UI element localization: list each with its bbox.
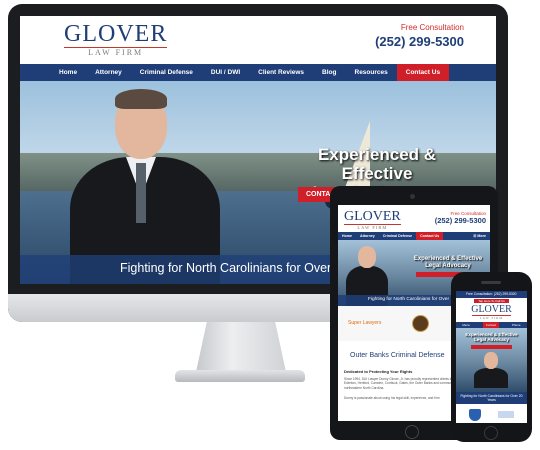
- monitor-stand: [196, 322, 286, 372]
- tablet-logo-subtitle: LAW FIRM: [357, 225, 388, 230]
- tablet-hero-headline-line-2: Legal Advocacy: [425, 263, 471, 269]
- award-seal-icon: [412, 315, 429, 332]
- phone-logo[interactable]: GLOVER LAW FIRM: [456, 304, 527, 321]
- nav-contact-us[interactable]: Contact Us: [396, 64, 450, 81]
- phone-tap-to-call[interactable]: Tap Here To Call Us: [474, 299, 509, 303]
- phone-number[interactable]: (252) 299-5300: [375, 34, 464, 49]
- hero-band-text: Fighting for North Carolinians for Over: [120, 261, 332, 275]
- tablet-hero-band-text: Fighting for North Carolinians for Over: [368, 297, 450, 302]
- phone-hero-band: Fighting for North Carolinians for Over …: [456, 392, 527, 404]
- phone-attorney-suit: [474, 368, 508, 388]
- super-lawyers-badge: Super Lawyers: [348, 320, 382, 326]
- phone-tap-to-call-label: Tap Here To Call Us: [478, 299, 505, 303]
- tablet-nav-contact-us[interactable]: Contact Us: [416, 232, 444, 240]
- phone-top-bar-text: Free Consultation: (252) 299-5300: [466, 292, 517, 296]
- main-nav: Home Attorney Criminal Defense DUI / DWI…: [20, 64, 496, 81]
- free-consultation-label: Free Consultation: [400, 23, 464, 32]
- tablet-hero-headline: Experienced & Effective Legal Advocacy: [408, 256, 488, 270]
- site-logo[interactable]: GLOVER LAW FIRM: [64, 21, 168, 57]
- phone-hero-headline: Experienced & Effective Legal Advocacy: [458, 332, 525, 343]
- phone-screen: Free Consultation: (252) 299-5300 Tap He…: [456, 291, 527, 423]
- nav-blog[interactable]: Blog: [313, 64, 345, 81]
- tablet-menu-button[interactable]: ☰ More: [469, 232, 490, 240]
- tablet-nav-attorney[interactable]: Attorney: [356, 232, 379, 240]
- nav-criminal-defense[interactable]: Criminal Defense: [131, 64, 202, 81]
- monitor-base: [175, 370, 305, 382]
- hero-headline-line-1: Experienced & Effective: [317, 145, 437, 183]
- phone-home-button: [484, 426, 498, 440]
- phone-logo-subtitle: LAW FIRM: [479, 316, 504, 320]
- shield-badge-icon: [469, 409, 481, 421]
- phone-top-bar: Free Consultation: (252) 299-5300: [456, 291, 527, 298]
- logo-name: GLOVER: [64, 21, 168, 47]
- tablet-logo[interactable]: GLOVER LAW FIRM: [344, 210, 401, 230]
- tablet-hero-headline-line-1: Experienced & Effective: [413, 256, 483, 262]
- nav-client-reviews[interactable]: Client Reviews: [249, 64, 313, 81]
- tablet-nav: Home Attorney Criminal Defense Contact U…: [338, 232, 490, 240]
- nav-home[interactable]: Home: [50, 64, 86, 81]
- tablet-nav-criminal-defense[interactable]: Criminal Defense: [379, 232, 416, 240]
- nav-resources[interactable]: Resources: [346, 64, 397, 81]
- header-phone[interactable]: Free Consultation (252) 299-5300: [375, 23, 464, 49]
- tablet-header-phone[interactable]: Free Consultation (252) 299-5300: [435, 211, 486, 225]
- tablet-phone-number[interactable]: (252) 299-5300: [435, 216, 486, 225]
- phone-speaker: [481, 281, 501, 284]
- attorney-tie: [136, 163, 146, 223]
- tablet-logo-name: GLOVER: [344, 209, 401, 224]
- tablet-attorney-face: [358, 246, 376, 268]
- phone-attorney-face: [484, 352, 498, 369]
- attorney-hair: [115, 89, 167, 109]
- tablet-home-button: [405, 425, 419, 439]
- nav-attorney[interactable]: Attorney: [86, 64, 131, 81]
- nav-dui-dwi[interactable]: DUI / DWI: [202, 64, 249, 81]
- site-header: GLOVER LAW FIRM Free Consultation (252) …: [20, 16, 496, 58]
- logo-subtitle: LAW FIRM: [88, 48, 144, 57]
- phone-cta-button[interactable]: [471, 345, 512, 349]
- phone-hero-band-text: Fighting for North Carolinians for Over …: [460, 394, 523, 403]
- association-logo-icon: [498, 411, 514, 418]
- tablet-camera: [410, 194, 415, 199]
- phone-logo-name: GLOVER: [471, 304, 512, 315]
- phone-hero: Experienced & Effective Legal Advocacy: [456, 328, 527, 392]
- phone-hero-headline-line-2: Legal Advocacy: [474, 337, 509, 343]
- phone-device: Free Consultation: (252) 299-5300 Tap He…: [451, 272, 532, 442]
- tablet-nav-home[interactable]: Home: [338, 232, 356, 240]
- phone-award-logos: [456, 404, 527, 423]
